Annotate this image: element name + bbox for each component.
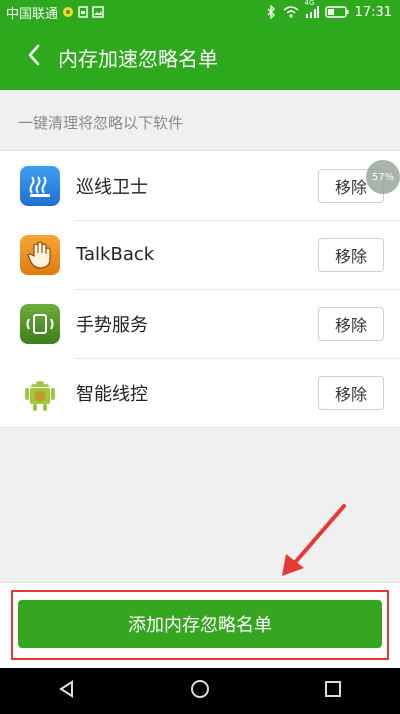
- list-item: 智能线控 移除: [0, 358, 400, 427]
- floating-memory-bubble[interactable]: 57%: [366, 160, 400, 194]
- sim-card-icon: [78, 6, 88, 18]
- list-item: 手势服务 移除: [0, 289, 400, 358]
- back-arrow-icon: [27, 44, 41, 70]
- system-nav-bar: [0, 668, 400, 714]
- remove-button[interactable]: 移除: [318, 237, 384, 272]
- app-name: 巡线卫士: [76, 176, 148, 198]
- wifi-icon: [283, 6, 299, 18]
- section-label: 一键清理将忽略以下软件: [18, 114, 184, 132]
- status-bar: 中国联通 4G 17:31: [0, 0, 400, 24]
- bluetooth-icon: [265, 5, 277, 19]
- carrier-name: 中国联通: [6, 6, 59, 22]
- cellular-signal-icon: 4G: [305, 0, 319, 18]
- list-item: 巡线卫士 移除: [0, 151, 400, 220]
- back-button[interactable]: [14, 37, 54, 77]
- remove-button[interactable]: 移除: [318, 306, 384, 341]
- android-robot-icon: [20, 373, 60, 413]
- gesture-service-icon: [20, 303, 60, 344]
- app-bar: 内存加速忽略名单: [0, 24, 400, 90]
- image-icon: [92, 6, 104, 18]
- app-name: TalkBack: [76, 244, 155, 265]
- app-name: 智能线控: [76, 383, 148, 405]
- square-recents-icon: [324, 680, 342, 702]
- page-title: 内存加速忽略名单: [58, 46, 218, 71]
- network-type-label: 4G: [304, 0, 315, 7]
- xunxian-weishi-icon: [20, 165, 60, 206]
- app-name: 手势服务: [76, 314, 148, 336]
- annotation-highlight-box: [11, 590, 389, 660]
- battery-icon: [324, 6, 349, 18]
- clock: 17:31: [354, 4, 392, 20]
- triangle-back-icon: [58, 680, 76, 702]
- notification-leaf-icon: [62, 6, 74, 18]
- nav-home-button[interactable]: [180, 671, 220, 711]
- circle-home-icon: [190, 679, 210, 703]
- annotation-arrow-icon: [270, 500, 350, 584]
- ignore-app-list: 巡线卫士 移除 TalkBack 移除 手势服务 移除 智能线控 移除: [0, 150, 400, 428]
- remove-button[interactable]: 移除: [318, 375, 384, 410]
- list-item: TalkBack 移除: [0, 220, 400, 289]
- nav-back-button[interactable]: [47, 671, 87, 711]
- talkback-hand-icon: [20, 234, 60, 275]
- nav-recents-button[interactable]: [313, 671, 353, 711]
